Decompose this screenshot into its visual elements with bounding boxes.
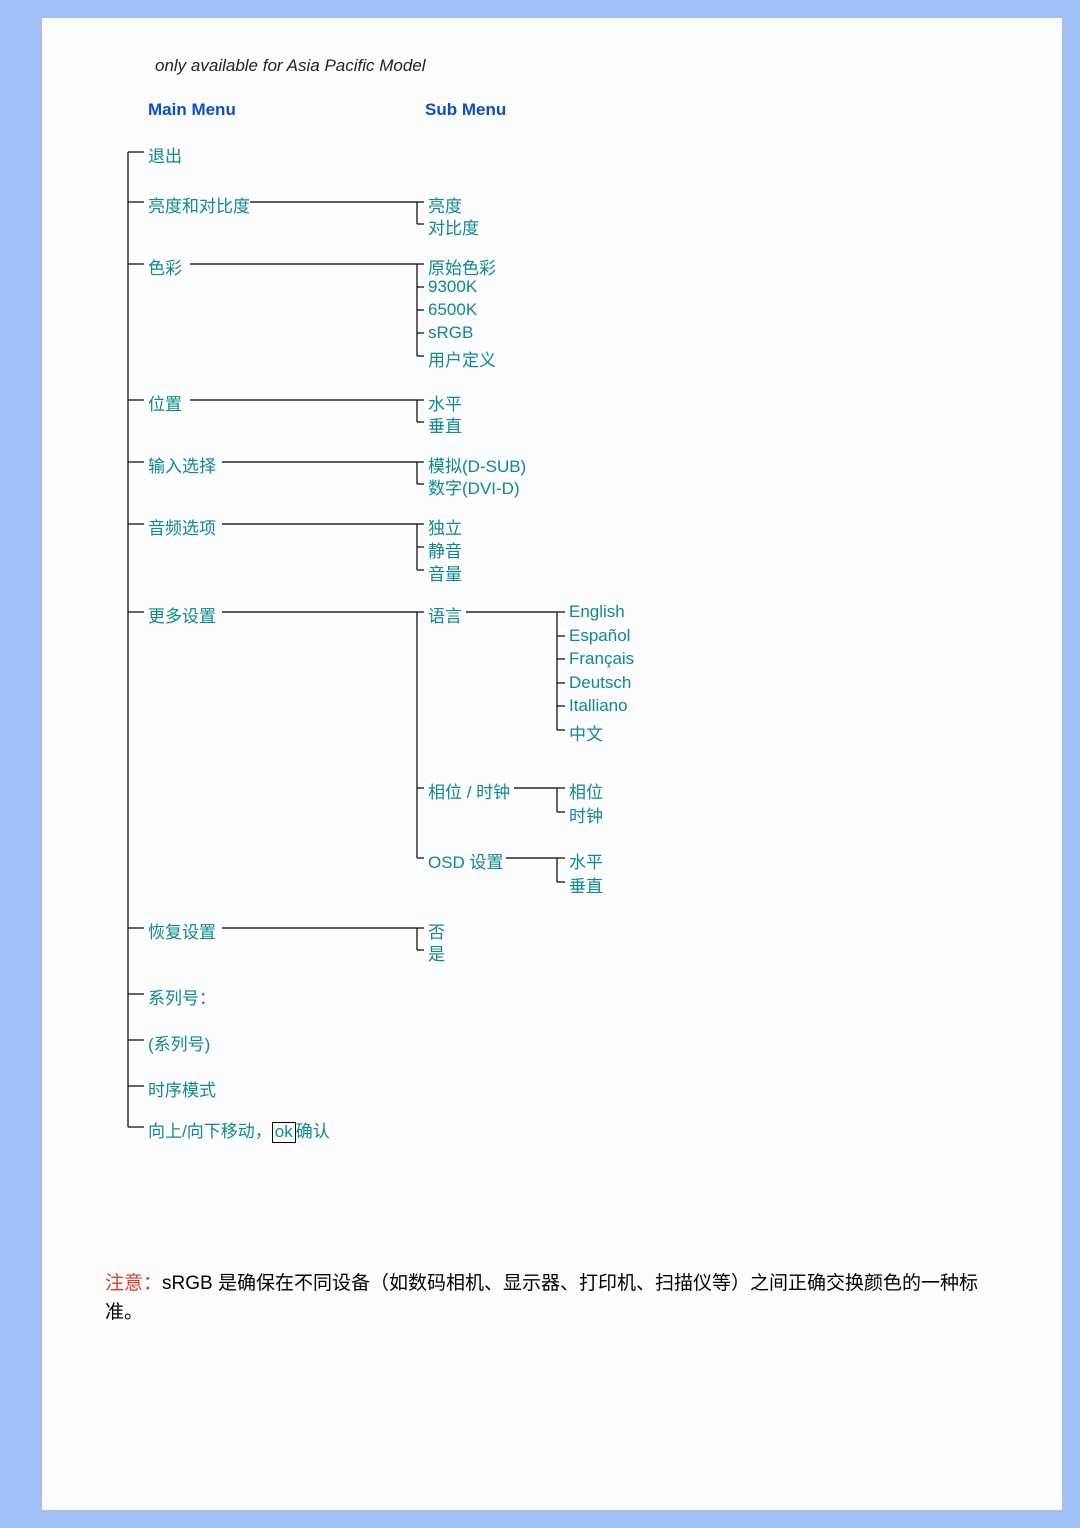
third-clock: 时钟 — [569, 802, 603, 827]
lang-spanish: Español — [569, 626, 630, 646]
sub-audio-independent: 独立 — [428, 514, 462, 539]
sub-phase-clock: 相位 / 时钟 — [428, 778, 510, 803]
menu-input-select: 输入选择 — [148, 452, 216, 477]
menu-audio: 音频选项 — [148, 514, 216, 539]
lang-chinese: 中文 — [569, 720, 603, 745]
sub-audio-mute: 静音 — [428, 537, 462, 562]
note-section: 注意：sRGB 是确保在不同设备（如数码相机、显示器、打印机、扫描仪等）之间正确… — [105, 1270, 995, 1327]
menu-more-settings: 更多设置 — [148, 602, 216, 627]
ok-button-label: ok — [272, 1122, 296, 1143]
menu-serial-value: (系列号) — [148, 1030, 210, 1055]
sub-language: 语言 — [428, 602, 462, 627]
menu-brightness-contrast: 亮度和对比度 — [148, 192, 250, 217]
menu-color: 色彩 — [148, 254, 182, 279]
lang-german: Deutsch — [569, 673, 631, 693]
lang-italian: Italliano — [569, 696, 628, 716]
menu-reset: 恢复设置 — [148, 918, 216, 943]
sub-input-digital: 数字(DVI-D) — [428, 474, 520, 499]
sub-reset-yes: 是 — [428, 940, 445, 965]
sub-color-original: 原始色彩 — [428, 254, 496, 279]
menu-nav-hint: 向上/向下移动，ok确认 — [148, 1117, 330, 1143]
sub-audio-volume: 音量 — [428, 560, 462, 585]
menu-exit: 退出 — [148, 142, 182, 167]
sub-color-6500k: 6500K — [428, 300, 477, 320]
third-osd-h: 水平 — [569, 848, 603, 873]
nav-post: 确认 — [296, 1122, 330, 1141]
sub-color-9300k: 9300K — [428, 277, 477, 297]
sub-pos-v: 垂直 — [428, 412, 462, 437]
menu-position: 位置 — [148, 390, 182, 415]
document-page: only available for Asia Pacific Model Ma… — [42, 18, 1062, 1510]
note-text: sRGB 是确保在不同设备（如数码相机、显示器、打印机、扫描仪等）之间正确交换颜… — [105, 1273, 978, 1323]
lang-english: English — [569, 602, 625, 622]
header-main-menu: Main Menu — [148, 100, 236, 120]
third-phase: 相位 — [569, 778, 603, 803]
sub-color-srgb: sRGB — [428, 323, 473, 343]
note-label: 注意： — [105, 1273, 162, 1294]
sub-contrast: 对比度 — [428, 214, 479, 239]
sub-osd-settings: OSD 设置 — [428, 848, 504, 873]
nav-pre: 向上/向下移动， — [148, 1122, 272, 1141]
lang-french: Français — [569, 649, 634, 669]
menu-serial-label: 系列号： — [148, 984, 216, 1009]
subtitle: only available for Asia Pacific Model — [155, 56, 426, 76]
header-sub-menu: Sub Menu — [425, 100, 506, 120]
third-osd-v: 垂直 — [569, 872, 603, 897]
sub-color-user: 用户定义 — [428, 346, 496, 371]
menu-timing-mode: 时序模式 — [148, 1076, 216, 1101]
